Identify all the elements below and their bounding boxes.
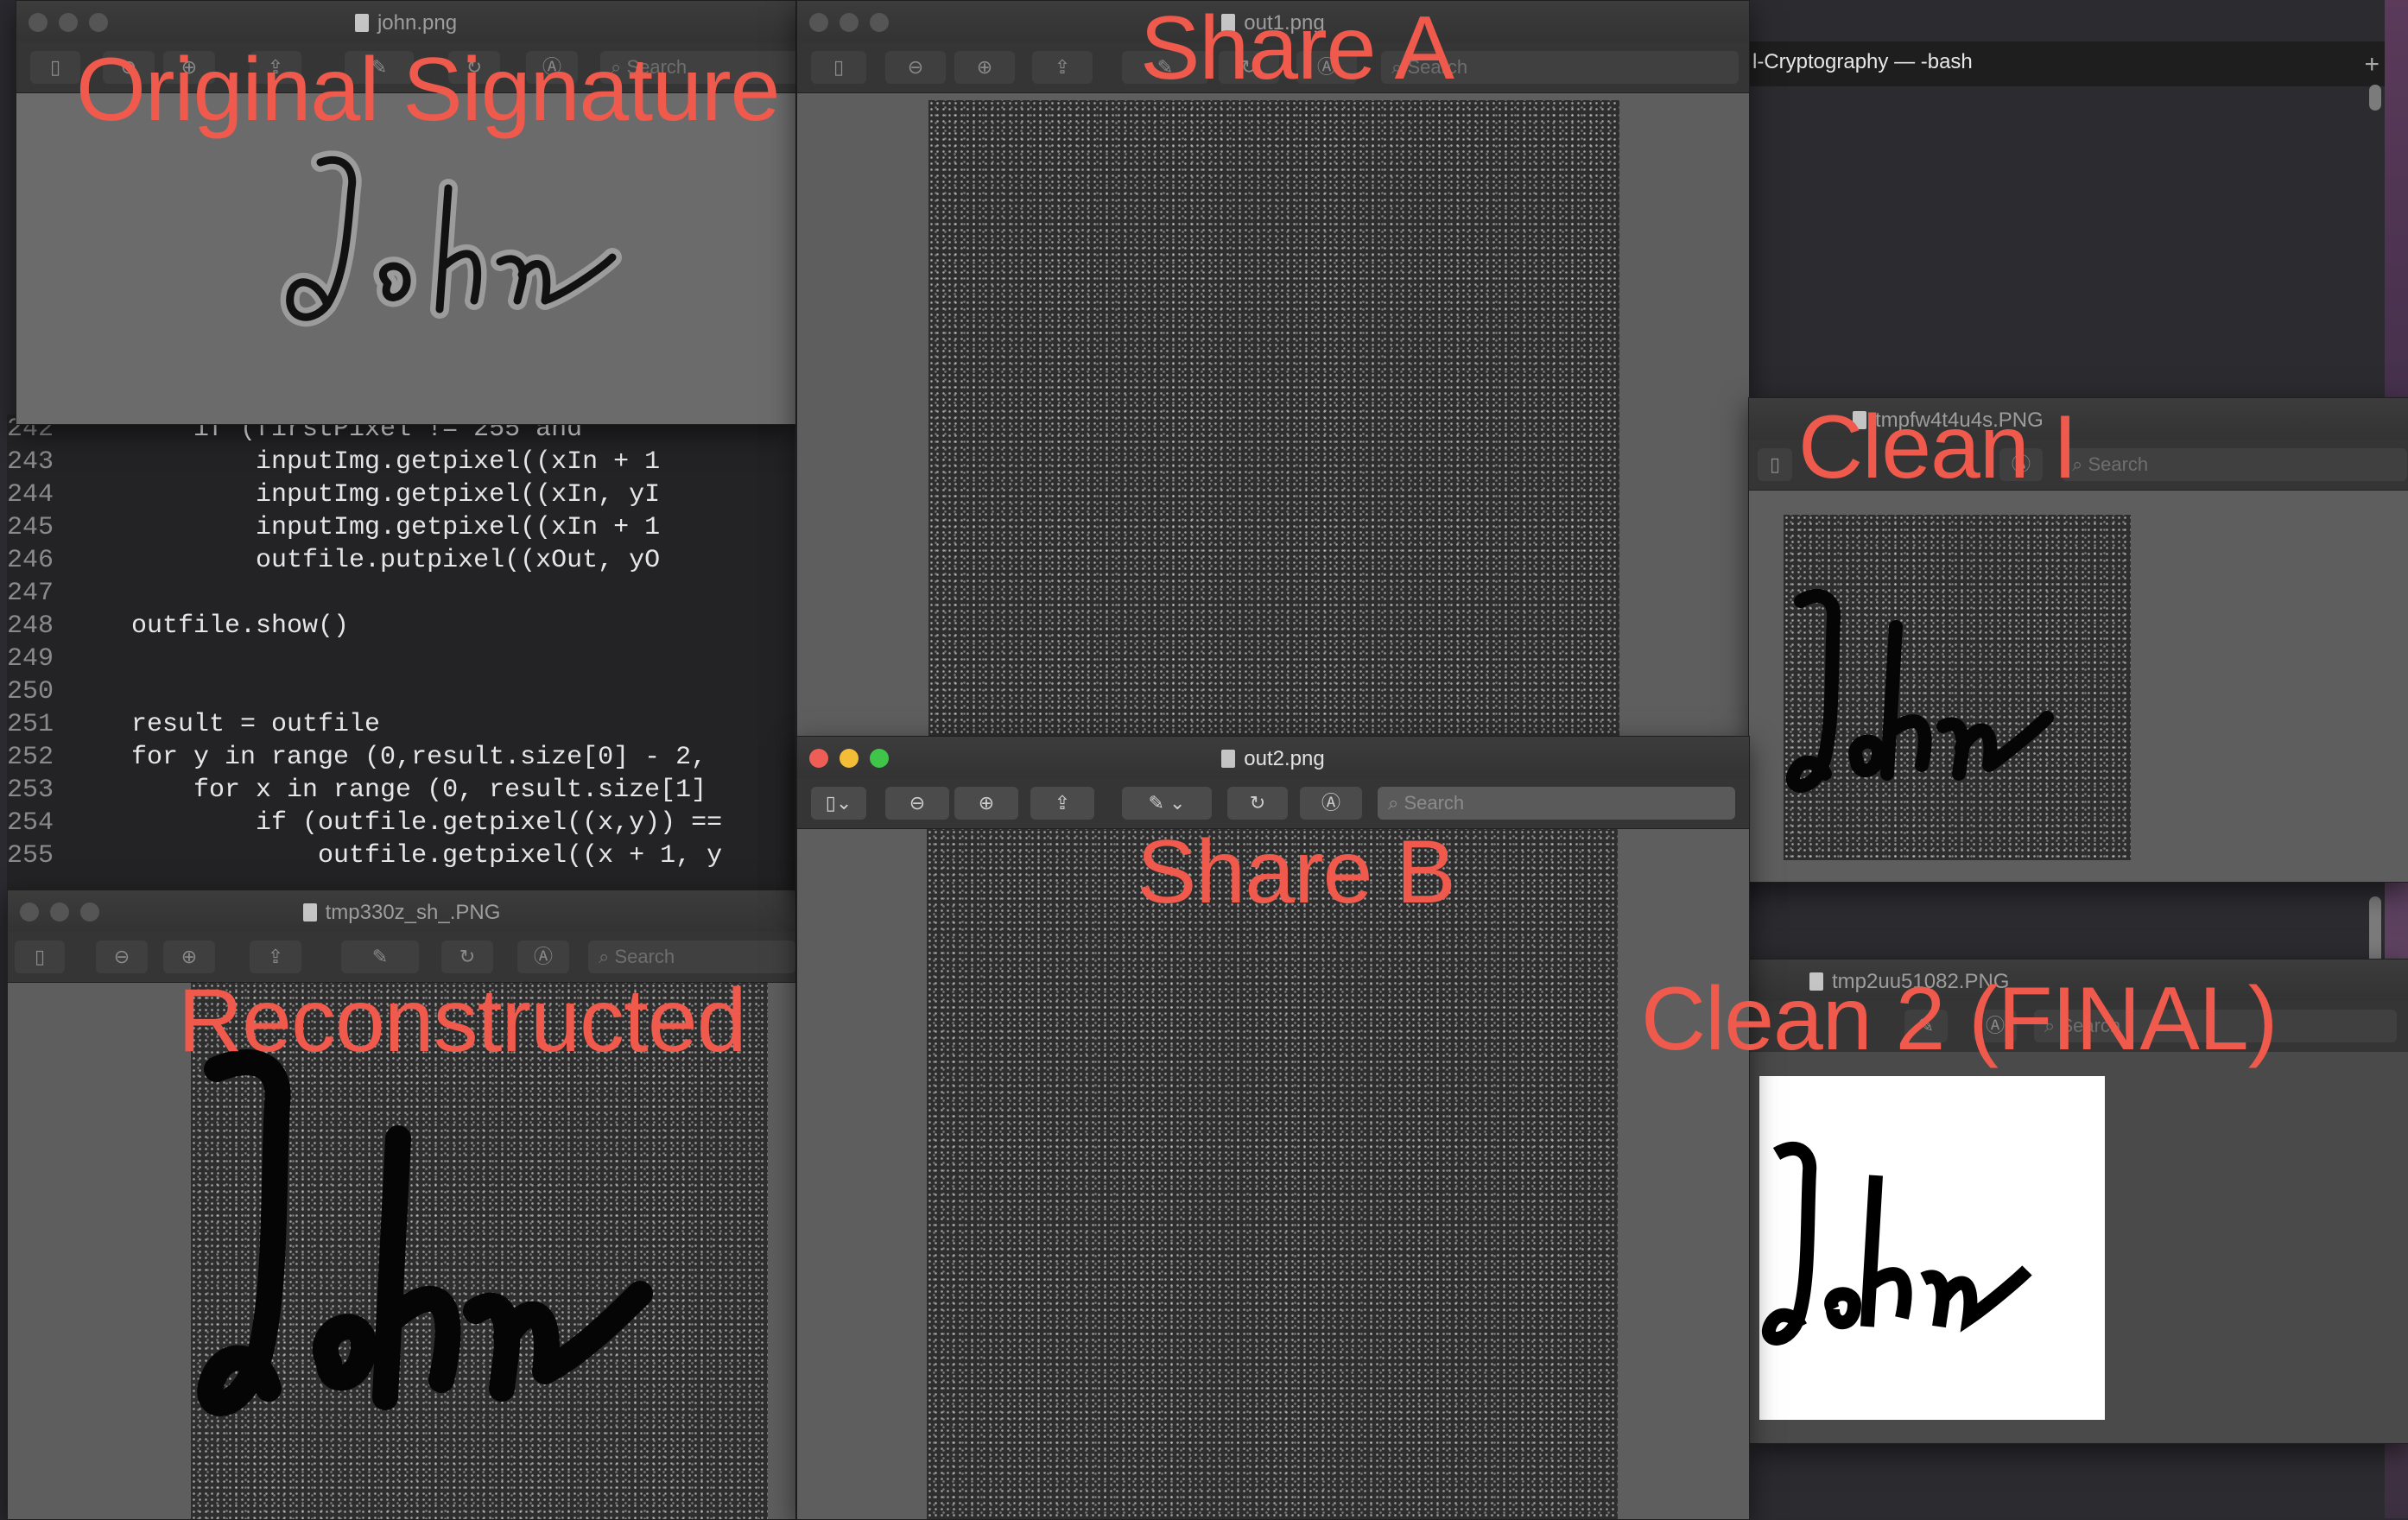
share-icon[interactable]: ⇪ [1030,787,1094,820]
image-view [1749,491,2408,882]
window-title: john.png [16,11,795,35]
sidebar-toggle-icon[interactable]: ▯ [811,51,866,84]
document-icon [1221,750,1236,768]
markup-pen-icon[interactable]: ✎ ⌄ [1122,787,1212,820]
rotate-icon[interactable]: ↻ [441,940,493,973]
image-view [797,829,1749,1519]
code-line: 250 [7,677,54,706]
image-view [16,93,795,424]
annotate-icon[interactable]: Ⓐ [517,940,569,973]
terminal-title: l-Cryptography — -bash [1752,50,1973,73]
label-share-a: Share A [1140,0,1454,98]
signature-image [280,150,622,327]
code-line: 252 for y in range (0,result.size[0] - 2… [7,743,707,772]
clean2-signature [1762,1142,2032,1346]
code-line: 248 outfile.show() [7,611,350,641]
code-line: 253 for x in range (0, result.size[1] [7,776,707,805]
title-bar[interactable]: tmp330z_sh_.PNG [8,890,795,933]
code-line: 247 [7,579,54,608]
new-tab-button[interactable]: + [2364,50,2379,79]
clean1-signature [1786,589,2054,793]
code-line: 255 outfile.getpixel((x + 1, y [7,841,723,871]
sidebar-toggle-icon[interactable]: ▯⌄ [811,787,866,820]
sidebar-toggle-icon[interactable]: ▯ [15,940,65,973]
document-icon [302,903,317,922]
zoom-in-icon[interactable]: ⊕ [954,51,1015,84]
label-original-signature: Original Signature [76,40,780,140]
title-bar[interactable]: john.png [16,1,795,43]
code-line: 251 result = outfile [7,710,381,739]
label-clean1: Clean I [1798,397,2078,497]
rotate-icon[interactable]: ↻ [1227,787,1288,820]
code-editor: 242 if (firstPixel != 255 and 243 inputI… [7,415,795,891]
terminal-scrollbar[interactable] [2369,85,2381,111]
sidebar-toggle-icon[interactable]: ▯ [1758,448,1792,481]
sidebar-toggle-icon[interactable]: ▯ [30,51,80,84]
zoom-in-icon[interactable]: ⊕ [954,787,1018,820]
zoom-out-icon[interactable]: ⊖ [885,787,949,820]
document-icon [354,14,369,32]
code-line: 243 inputImg.getpixel((xIn + 1 [7,447,661,477]
code-line: 246 outfile.putpixel((xOut, yO [7,546,661,575]
title-bar[interactable]: out2.png [797,737,1749,779]
label-share-b: Share B [1137,822,1456,922]
clean2-image [1759,1076,2105,1420]
share-icon[interactable]: ⇪ [1032,51,1093,84]
window-title: out2.png [797,747,1749,771]
code-line: 249 [7,644,54,674]
annotate-icon[interactable]: Ⓐ [1300,787,1362,820]
zoom-out-icon[interactable]: ⊖ [885,51,946,84]
zoom-in-icon[interactable]: ⊕ [163,940,215,973]
zoom-out-icon[interactable]: ⊖ [96,940,148,973]
search-icon: ⌕ [599,946,615,967]
share-icon[interactable]: ⇪ [250,940,301,973]
markup-pen-icon[interactable]: ✎ [341,940,419,973]
code-line: 245 inputImg.getpixel((xIn + 1 [7,513,661,542]
search-input[interactable]: ⌕ Search [1378,787,1735,820]
share-b-image [927,829,1618,1519]
search-input[interactable]: ⌕ Search [588,940,795,973]
image-view [1749,1052,2408,1443]
label-clean2: Clean 2 (FINAL) [1641,969,2278,1069]
label-reconstructed: Reconstructed [178,971,747,1071]
search-input[interactable]: ⌕ Search [2062,448,2407,481]
code-line: 244 inputImg.getpixel((xIn, yI [7,480,661,510]
clean1-image [1784,515,2131,860]
code-line: 254 if (outfile.getpixel((x,y)) == [7,808,723,838]
terminal-scrollbar-lower[interactable] [2369,896,2381,966]
window-title: tmp330z_sh_.PNG [8,901,795,925]
search-icon: ⌕ [1388,792,1404,814]
terminal-tab-bar: l-Cryptography — -bash + [1746,41,2385,86]
